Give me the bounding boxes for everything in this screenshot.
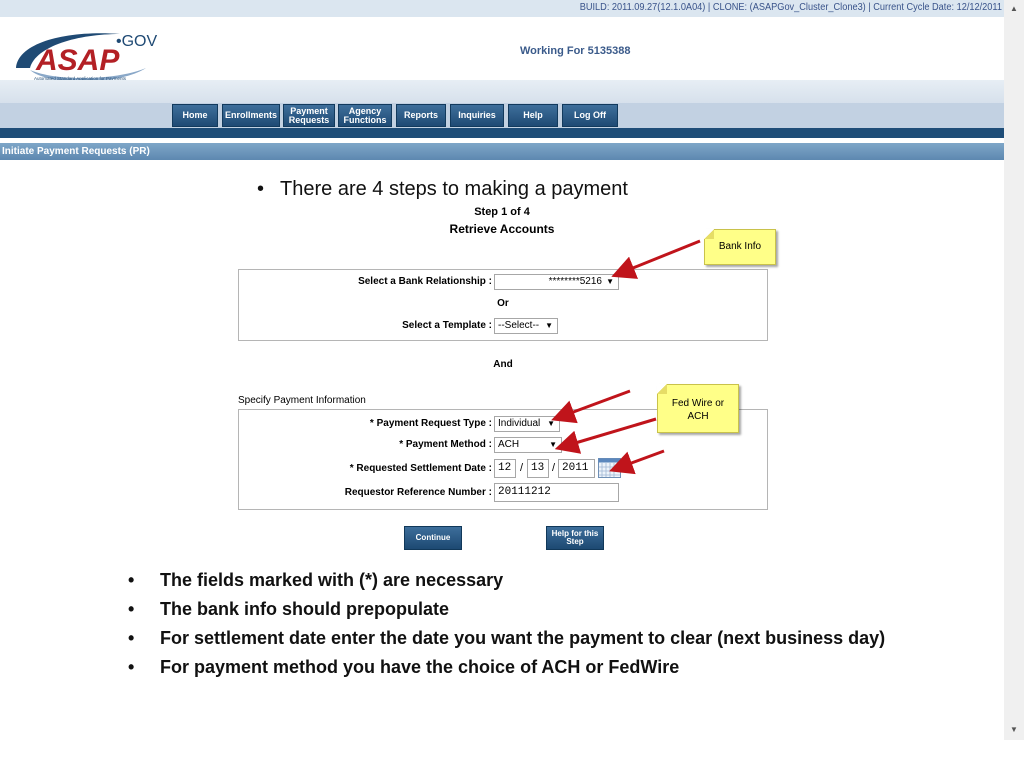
arrow-to-calendar: [609, 449, 665, 475]
slide-bullet-item: The bank info should prepopulate: [128, 595, 948, 624]
arrow-to-payment-method: [554, 417, 657, 454]
slide-bullet-item: For payment method you have the choice o…: [128, 653, 948, 682]
slide-bullet-item: The fields marked with (*) are necessary: [128, 566, 948, 595]
arrow-to-bank-select: [611, 239, 701, 279]
slide-bullet-list: The fields marked with (*) are necessary…: [128, 566, 948, 682]
arrow-to-payment-type: [551, 389, 631, 424]
slide-bullet-item: For settlement date enter the date you w…: [128, 624, 948, 653]
